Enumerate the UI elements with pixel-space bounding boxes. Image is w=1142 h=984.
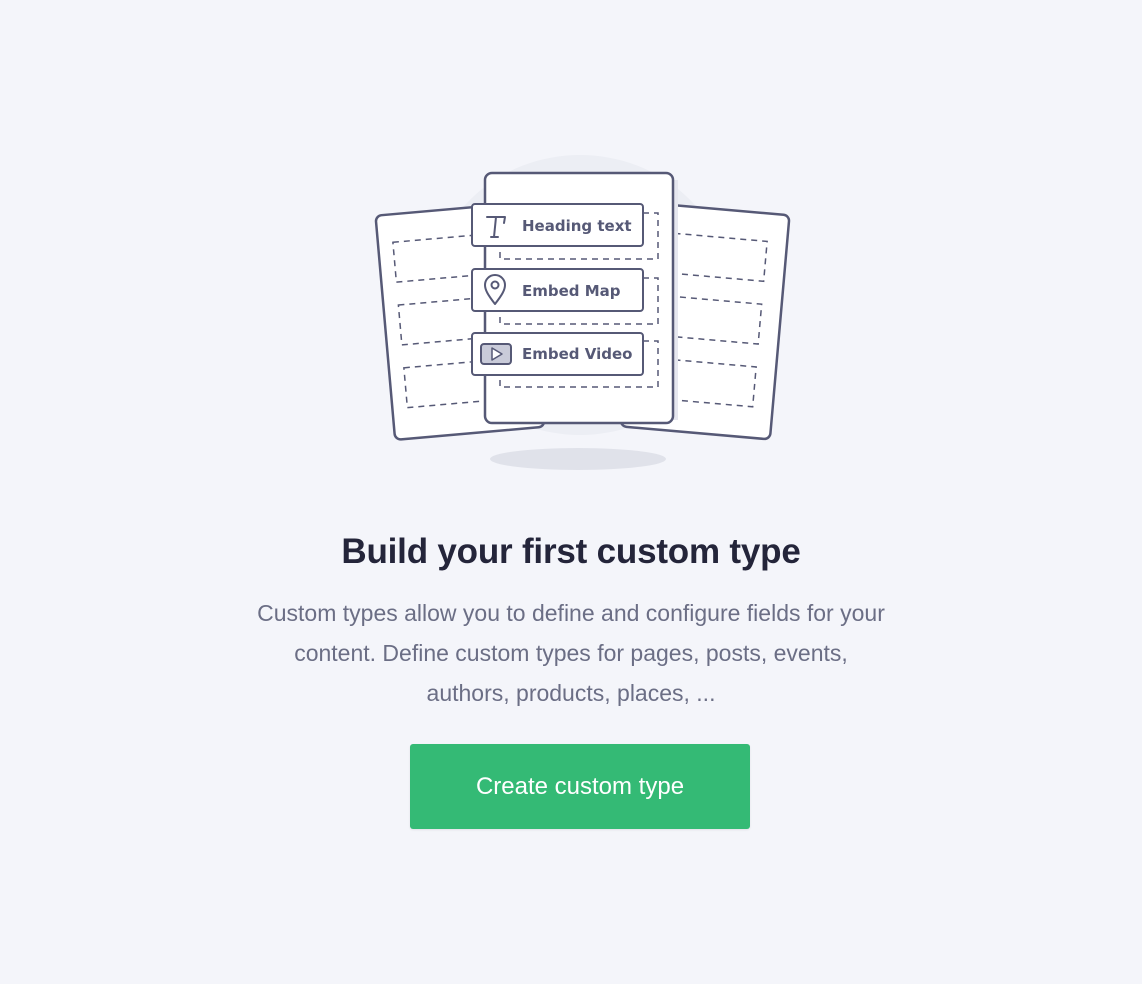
shadow-decoration bbox=[490, 448, 666, 470]
heading-text-label: Heading text bbox=[522, 217, 632, 235]
embed-map-label: Embed Map bbox=[522, 282, 621, 300]
custom-types-illustration: Heading text Embed Map Embed Video bbox=[340, 115, 820, 505]
create-custom-type-button[interactable]: Create custom type bbox=[410, 744, 750, 829]
empty-state-description: Custom types allow you to define and con… bbox=[257, 600, 885, 706]
embed-video-field: Embed Video bbox=[471, 332, 644, 376]
page-title: Build your first custom type bbox=[341, 532, 801, 571]
play-video-icon bbox=[480, 343, 512, 365]
embed-map-field: Embed Map bbox=[471, 268, 644, 312]
embed-video-label: Embed Video bbox=[522, 345, 632, 363]
heading-text-field: Heading text bbox=[471, 203, 644, 247]
documents-illustration: Heading text Embed Map Embed Video bbox=[374, 155, 791, 470]
